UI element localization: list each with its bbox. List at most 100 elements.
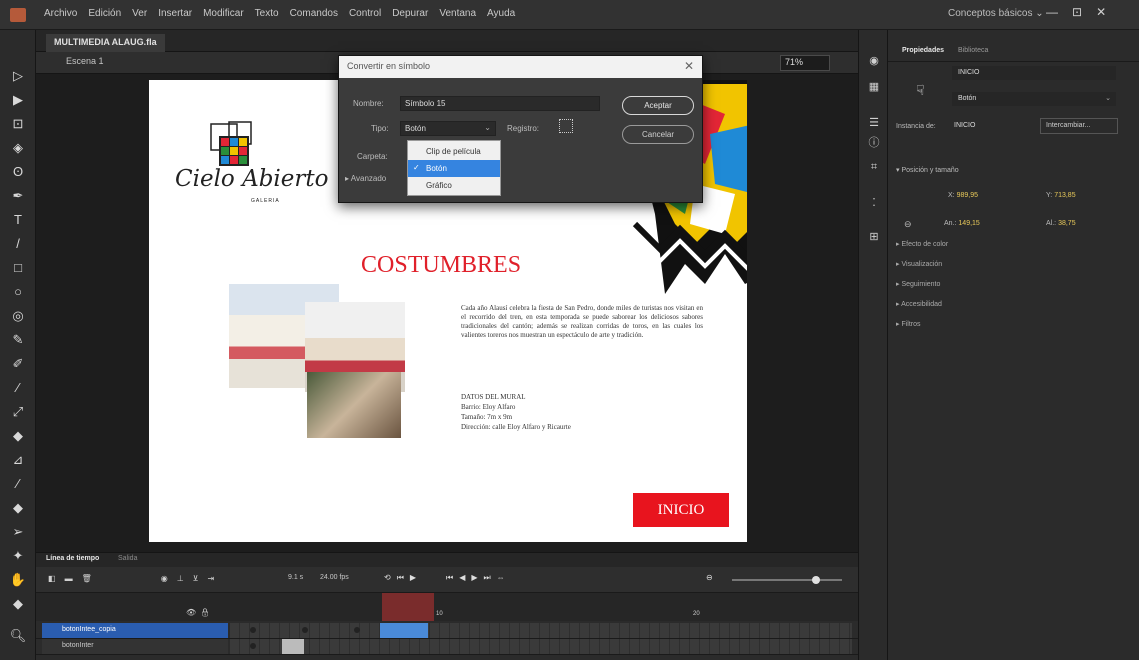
tab-properties[interactable]: Propiedades (902, 47, 944, 54)
edit-multiple-icon[interactable]: ⊥ (177, 574, 184, 583)
width-tool-icon[interactable]: ➢ (9, 522, 27, 540)
paint-brush-tool-icon[interactable]: ⁄ (9, 378, 27, 396)
delete-layer-icon[interactable]: 🗑︎ (82, 574, 92, 583)
minimize-icon[interactable]: — (1046, 5, 1058, 19)
align-icon[interactable]: ☰ (867, 116, 881, 130)
tracking-section[interactable]: ▸ Seguimiento (896, 280, 940, 288)
width-value[interactable]: 149,15 (958, 220, 979, 227)
keyframe[interactable] (250, 627, 256, 633)
3d-rotation-tool-icon[interactable]: ◈ (9, 138, 27, 156)
frame-strip[interactable] (230, 639, 852, 654)
selected-frames[interactable] (282, 639, 304, 654)
new-folder-icon[interactable]: ▬ (65, 574, 73, 583)
rectangle-tool-icon[interactable]: □ (9, 258, 27, 276)
accessibility-section[interactable]: ▸ Accesibilidad (896, 300, 942, 308)
polystar-tool-icon[interactable]: ◎ (9, 306, 27, 324)
option-button[interactable]: ✓ Botón (408, 160, 500, 177)
dialog-close-icon[interactable]: ✕ (684, 59, 694, 73)
line-tool-icon[interactable]: / (9, 234, 27, 252)
play-icon[interactable]: ▶ (410, 573, 416, 583)
eraser-tool-icon[interactable]: ◆ (9, 498, 27, 516)
brush-tool-icon[interactable]: ✐ (9, 354, 27, 372)
keyframe[interactable] (354, 627, 360, 633)
accept-button[interactable]: Aceptar (622, 96, 694, 115)
tab-output[interactable]: Salida (118, 555, 137, 562)
menu-ventana[interactable]: Ventana (439, 8, 476, 19)
hand-tool-icon[interactable]: ✋ (9, 570, 27, 588)
registration-grid-icon[interactable] (559, 119, 573, 133)
layer-name[interactable]: botonInter (42, 639, 228, 654)
width-field[interactable]: An.: 149,15 (944, 220, 980, 227)
ink-bottle-tool-icon[interactable]: ⊿ (9, 450, 27, 468)
option-movie-clip[interactable]: Clip de película (408, 143, 500, 160)
eyedropper-tool-icon[interactable]: ⁄ (9, 474, 27, 492)
constrain-proportions-icon[interactable]: ⊖ (904, 219, 912, 230)
oval-tool-icon[interactable]: ○ (9, 282, 27, 300)
selected-frames[interactable] (380, 623, 428, 638)
inicio-button[interactable]: INICIO (633, 493, 729, 527)
onion-skin-icon[interactable]: ◉ (161, 574, 168, 583)
transform-icon[interactable]: ⌗ (867, 160, 881, 174)
keyframe[interactable] (250, 643, 256, 649)
zoom-tool-icon[interactable]: 🔍︎ (9, 626, 27, 644)
document-tab[interactable]: MULTIMEDIA ALAUG.fla (46, 34, 165, 52)
prev-frame-icon[interactable]: ◀ (459, 573, 465, 583)
color-panel-icon[interactable]: ◉ (867, 54, 881, 68)
layer-name[interactable]: botonIntee_copia (42, 623, 228, 638)
camera-tool-icon[interactable]: ✦ (9, 546, 27, 564)
menu-insertar[interactable]: Insertar (158, 8, 192, 19)
advanced-toggle[interactable]: ▸ Avanzado (345, 174, 386, 183)
timeline-zoom-icon[interactable]: ⊖ (706, 573, 713, 582)
components-icon[interactable]: ⊞ (867, 230, 881, 244)
pen-tool-icon[interactable]: ✒ (9, 186, 27, 204)
playhead[interactable] (382, 593, 434, 621)
y-value[interactable]: 713,85 (1054, 192, 1075, 199)
y-field[interactable]: Y: 713,85 (1046, 192, 1076, 199)
layer-row[interactable]: botonIntee_copia (36, 623, 858, 639)
x-value[interactable]: 989,95 (957, 192, 978, 199)
new-layer-icon[interactable]: ◧ (48, 574, 56, 583)
cancel-button[interactable]: Cancelar (622, 125, 694, 144)
motion-presets-icon[interactable]: ⁚ (867, 196, 881, 210)
menu-texto[interactable]: Texto (255, 8, 279, 19)
selection-tool-icon[interactable]: ▷ (9, 66, 27, 84)
tab-library[interactable]: Biblioteca (958, 47, 988, 54)
first-frame-icon[interactable]: ⏮ (446, 573, 453, 583)
visibility-lock-icons[interactable]: 👁︎🔒︎ (186, 608, 214, 617)
snap-icon[interactable]: ⊻ (193, 574, 199, 583)
layer-row[interactable]: botonInter (36, 639, 858, 655)
step-back-icon[interactable]: ⏮ (397, 573, 404, 583)
asset-warp-tool-icon[interactable]: ◆ (9, 594, 27, 612)
menu-control[interactable]: Control (349, 8, 381, 19)
loop-icon[interactable]: ⟲ (384, 573, 391, 583)
frame-rate[interactable]: 24.00 fps (320, 574, 349, 581)
x-field[interactable]: X: 989,95 (948, 192, 978, 199)
swatches-icon[interactable]: ▦ (867, 80, 881, 94)
workspace-switcher[interactable]: Conceptos básicos ⌄ (948, 8, 1044, 19)
pencil-tool-icon[interactable]: ✎ (9, 330, 27, 348)
symbol-name-field[interactable]: Símbolo 15 (400, 96, 600, 111)
keyframe[interactable] (302, 627, 308, 633)
type-select[interactable]: Botón ⌄ (400, 121, 496, 136)
height-field[interactable]: Al.: 38,75 (1046, 220, 1076, 227)
position-size-section[interactable]: ▾ Posición y tamaño (896, 166, 959, 174)
last-frame-icon[interactable]: ⏭ (484, 573, 491, 583)
slider-knob[interactable] (812, 576, 820, 584)
paint-bucket-tool-icon[interactable]: ◆ (9, 426, 27, 444)
filters-section[interactable]: ▸ Filtros (896, 320, 921, 328)
text-tool-icon[interactable]: T (9, 210, 27, 228)
menu-archivo[interactable]: Archivo (44, 8, 77, 19)
menu-comandos[interactable]: Comandos (290, 8, 338, 19)
bone-tool-icon[interactable]: ⤢ (9, 402, 27, 420)
menu-modificar[interactable]: Modificar (203, 8, 244, 19)
scene-breadcrumb[interactable]: Escena 1 (66, 56, 104, 66)
maximize-icon[interactable]: ⊡ (1072, 5, 1082, 19)
tab-timeline[interactable]: Línea de tiempo (46, 555, 99, 562)
menu-edicion[interactable]: Edición (88, 8, 121, 19)
lasso-tool-icon[interactable]: ʘ (9, 162, 27, 180)
menu-depurar[interactable]: Depurar (392, 8, 428, 19)
center-frame-icon[interactable]: ⇥ (208, 574, 215, 583)
swap-symbol-button[interactable]: Intercambiar... (1040, 118, 1118, 134)
frame-strip[interactable] (230, 623, 852, 638)
tween-icon[interactable]: ⇔ (497, 573, 505, 583)
